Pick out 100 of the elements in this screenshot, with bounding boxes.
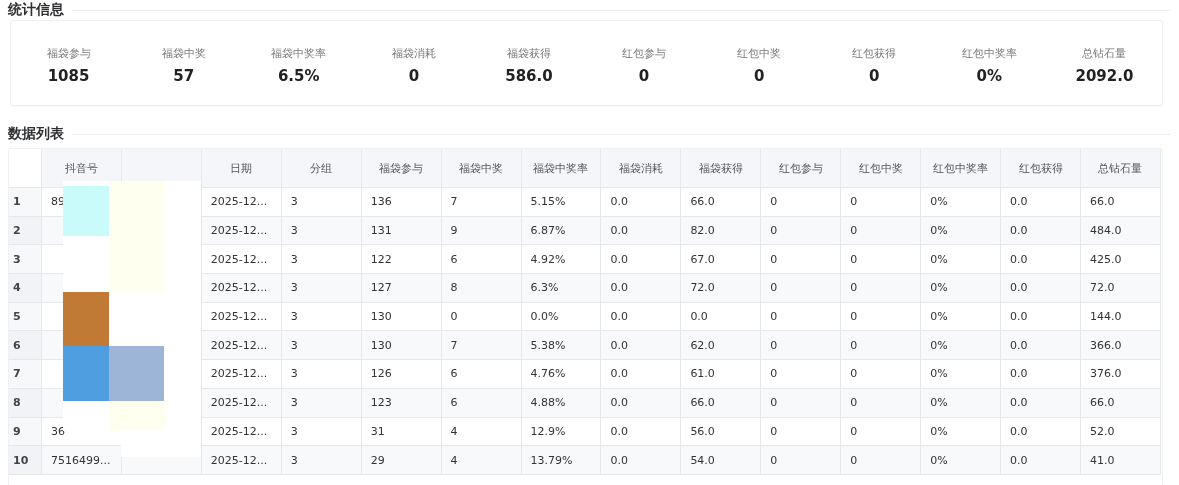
column-header: 抖音号 bbox=[64, 161, 98, 175]
section-title: 统计信息 bbox=[8, 1, 64, 19]
table-cell: 3 bbox=[290, 424, 298, 438]
stat-label: 红包参与 bbox=[622, 45, 667, 61]
table-cell: 0 bbox=[850, 396, 858, 410]
table-cell: 0.0 bbox=[610, 453, 628, 467]
table-cell: 3 bbox=[290, 453, 298, 467]
table-cell: 0% bbox=[930, 338, 948, 352]
table-cell: 425.0 bbox=[1090, 252, 1122, 266]
column-header: 红包参与 bbox=[778, 161, 823, 175]
table-cell: 0.0 bbox=[610, 424, 628, 438]
table-cell: 0 bbox=[850, 195, 858, 209]
table-cell: 0.0 bbox=[1010, 338, 1028, 352]
section-title: 数据列表 bbox=[8, 125, 64, 143]
table-cell: 0.0 bbox=[690, 310, 708, 324]
table-cell: 0.0 bbox=[1010, 396, 1028, 410]
table-cell: 0.0 bbox=[1010, 453, 1028, 467]
stat-value: 1085 bbox=[47, 66, 90, 85]
table-cell: 13.79% bbox=[530, 453, 573, 467]
table-cell: 0 bbox=[450, 310, 458, 324]
column-header: 红包中奖率 bbox=[933, 161, 989, 175]
stat-label: 福袋消耗 bbox=[391, 45, 436, 61]
table-cell: 7 bbox=[450, 195, 458, 209]
row-number: 4 bbox=[13, 281, 21, 295]
table-cell: 0 bbox=[850, 281, 858, 295]
row-number: 8 bbox=[13, 396, 21, 410]
table-cell: 0.0 bbox=[610, 310, 628, 324]
stat-label: 福袋参与 bbox=[46, 45, 91, 61]
column-header: 红包获得 bbox=[1018, 161, 1063, 175]
stat-value: 0 bbox=[408, 66, 420, 85]
table-cell: 6 bbox=[450, 367, 458, 381]
column-header: 总钻石量 bbox=[1098, 161, 1143, 175]
column-header: 红包中奖 bbox=[858, 161, 903, 175]
table-cell: 5.38% bbox=[530, 338, 566, 352]
stat-label: 总钻石量 bbox=[1082, 45, 1127, 61]
table-cell: 6.87% bbox=[530, 224, 566, 238]
row-number: 5 bbox=[13, 310, 21, 324]
table-cell: 2025-12... bbox=[210, 310, 268, 324]
table-cell: 3 bbox=[290, 252, 298, 266]
table-cell: 82.0 bbox=[690, 224, 715, 238]
stat-label: 红包获得 bbox=[852, 45, 897, 61]
table-cell: 0.0 bbox=[610, 195, 628, 209]
table-cell: 3 bbox=[290, 224, 298, 238]
row-number: 2 bbox=[13, 224, 21, 238]
table-cell: 0 bbox=[850, 310, 858, 324]
table-cell: 9 bbox=[450, 224, 458, 238]
stat-label: 福袋获得 bbox=[506, 45, 551, 61]
table-cell: 61.0 bbox=[690, 367, 715, 381]
table-cell: 0.0 bbox=[610, 224, 628, 238]
table-cell: 52.0 bbox=[1090, 424, 1115, 438]
table-cell: 8 bbox=[450, 281, 458, 295]
row-number: 6 bbox=[13, 338, 21, 352]
table-cell: 0% bbox=[930, 424, 948, 438]
table-cell: 0% bbox=[930, 396, 948, 410]
table-cell: 0.0 bbox=[1010, 195, 1028, 209]
table-cell: 12.9% bbox=[530, 424, 566, 438]
table-cell: 0 bbox=[850, 367, 858, 381]
column-header: 分组 bbox=[310, 161, 333, 175]
column-header: 福袋消耗 bbox=[618, 161, 663, 175]
table-cell: 0.0 bbox=[1010, 281, 1028, 295]
table-cell: 66.0 bbox=[1090, 396, 1115, 410]
table-cell: 2025-12... bbox=[210, 252, 268, 266]
table-cell: 0 bbox=[770, 338, 778, 352]
table-cell: 0.0 bbox=[1010, 252, 1028, 266]
row-number: 7 bbox=[13, 367, 21, 381]
table-cell: 62.0 bbox=[690, 338, 715, 352]
table-cell: 4 bbox=[450, 424, 458, 438]
table-cell: 0 bbox=[770, 367, 778, 381]
table-cell: 41.0 bbox=[1090, 453, 1115, 467]
column-header: 日期 bbox=[230, 161, 253, 175]
table-cell: 4.76% bbox=[530, 367, 566, 381]
table-cell: 3 bbox=[290, 367, 298, 381]
table-cell: 0.0 bbox=[610, 367, 628, 381]
table-cell: 6 bbox=[450, 252, 458, 266]
stat-label: 福袋中奖率 bbox=[271, 45, 327, 61]
row-number: 1 bbox=[13, 195, 21, 209]
stat-value: 2092.0 bbox=[1075, 66, 1134, 85]
table-cell: 123 bbox=[370, 396, 392, 410]
table-cell: 0 bbox=[770, 281, 778, 295]
table-cell: 0.0 bbox=[610, 281, 628, 295]
table-cell: 6 bbox=[450, 396, 458, 410]
table-cell: 3 bbox=[290, 195, 298, 209]
table-cell: 54.0 bbox=[690, 453, 715, 467]
table-cell: 56.0 bbox=[690, 424, 715, 438]
stat-label: 红包中奖率 bbox=[961, 45, 1017, 61]
stat-value: 586.0 bbox=[505, 66, 553, 85]
table-cell: 3 bbox=[290, 281, 298, 295]
table-cell: 0.0 bbox=[610, 252, 628, 266]
table-cell: 3 bbox=[290, 310, 298, 324]
column-header: 福袋获得 bbox=[698, 161, 743, 175]
table-cell: 7 bbox=[450, 338, 458, 352]
table-cell: 122 bbox=[370, 252, 392, 266]
row-number: 9 bbox=[13, 424, 21, 438]
table-cell: 6.3% bbox=[530, 281, 559, 295]
table-cell: 0.0 bbox=[1010, 367, 1028, 381]
row-number: 3 bbox=[13, 252, 21, 266]
column-header: 福袋中奖 bbox=[459, 161, 504, 175]
table-cell: 2025-12... bbox=[210, 281, 268, 295]
table-cell: 7516499... bbox=[51, 453, 111, 467]
stat-label: 福袋中奖 bbox=[161, 45, 206, 61]
